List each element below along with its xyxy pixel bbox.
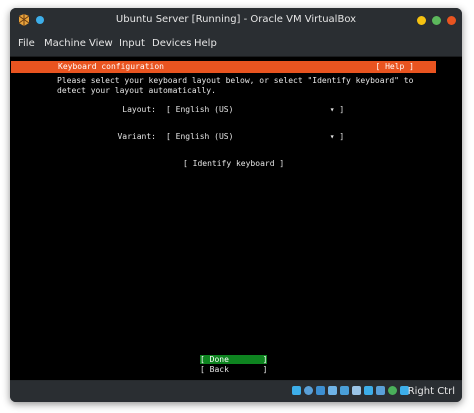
network-icon[interactable] xyxy=(328,386,337,395)
audio-icon[interactable] xyxy=(316,386,325,395)
variant-dropdown[interactable]: [ English (US) ▾ ] xyxy=(166,132,344,141)
layout-dropdown[interactable]: [ English (US) ▾ ] xyxy=(166,105,344,114)
minimize-button[interactable] xyxy=(417,16,426,25)
vm-screen[interactable]: Keyboard configuration [ Help ] Please s… xyxy=(10,57,462,380)
shared-folders-icon[interactable] xyxy=(352,386,361,395)
menu-devices[interactable]: Devices xyxy=(152,32,191,56)
optical-drive-icon[interactable] xyxy=(304,386,313,395)
maximize-button[interactable] xyxy=(432,16,441,25)
display-icon[interactable] xyxy=(364,386,373,395)
close-button[interactable] xyxy=(447,16,456,25)
layout-label: Layout: xyxy=(122,105,156,114)
variant-label: Variant: xyxy=(117,132,156,141)
page-title: Keyboard configuration xyxy=(58,62,164,71)
description-text: Please select your keyboard layout below… xyxy=(57,76,414,95)
host-key-label: Right Ctrl xyxy=(407,386,455,397)
video-capture-icon[interactable] xyxy=(376,386,385,395)
back-button[interactable]: [ Back ] xyxy=(200,365,267,374)
menu-machine[interactable]: Machine xyxy=(44,32,86,56)
identify-keyboard-button[interactable]: [ Identify keyboard ] xyxy=(183,159,284,168)
menu-bar: File Machine View Input Devices Help xyxy=(10,32,462,57)
installer-header: Keyboard configuration [ Help ] xyxy=(11,61,436,73)
done-button[interactable]: [ Done ] xyxy=(200,355,268,364)
virtualbox-window: Ubuntu Server [Running] - Oracle VM Virt… xyxy=(10,8,462,402)
hard-disk-icon[interactable] xyxy=(292,386,301,395)
window-title: Ubuntu Server [Running] - Oracle VM Virt… xyxy=(115,14,357,25)
help-button[interactable]: [ Help ] xyxy=(375,61,414,73)
cpu-activity-icon[interactable] xyxy=(388,386,397,395)
title-bar[interactable]: Ubuntu Server [Running] - Oracle VM Virt… xyxy=(10,8,462,32)
menu-file[interactable]: File xyxy=(18,32,35,56)
menu-view[interactable]: View xyxy=(89,32,113,56)
status-bar: Right Ctrl xyxy=(10,381,462,402)
menu-help[interactable]: Help xyxy=(194,32,217,56)
usb-icon[interactable] xyxy=(340,386,349,395)
menu-input[interactable]: Input xyxy=(119,32,145,56)
